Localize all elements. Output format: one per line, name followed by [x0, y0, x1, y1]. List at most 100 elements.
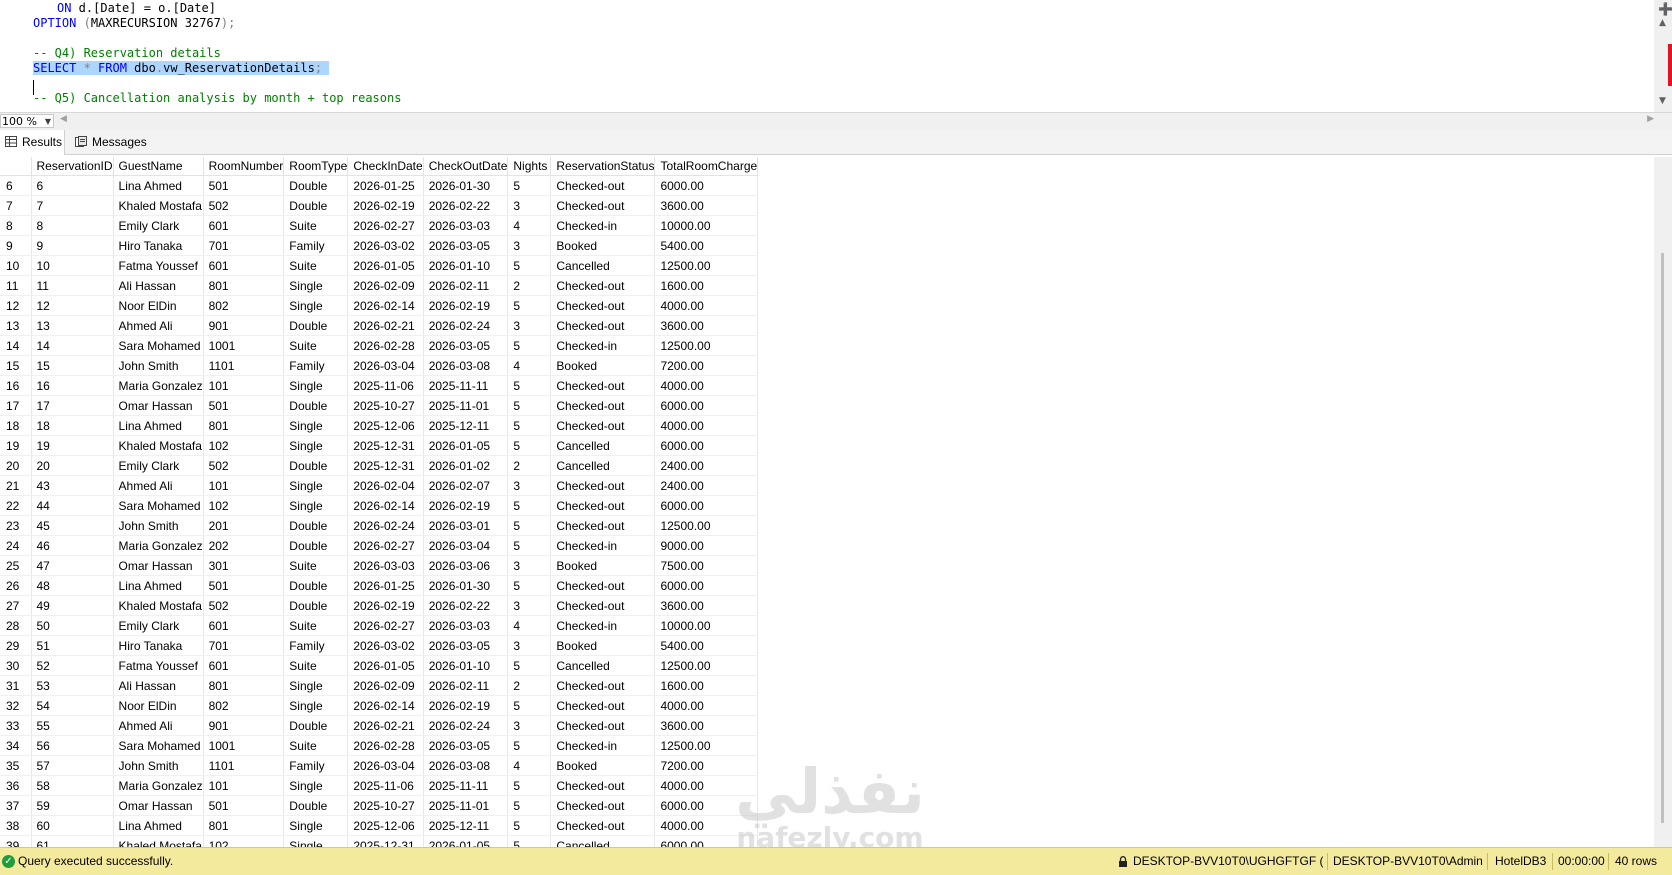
cell-check-in-date[interactable]: 2026-03-02 [347, 235, 424, 256]
cell-row-number[interactable]: 39 [0, 835, 32, 847]
cell-check-out-date[interactable]: 2025-11-01 [423, 795, 509, 816]
cell-reservation-status[interactable]: Cancelled [550, 835, 656, 847]
column-header-room-type[interactable]: RoomType [283, 157, 349, 176]
cell-room-number[interactable]: 601 [203, 615, 285, 636]
cell-room-number[interactable]: 501 [203, 175, 285, 196]
cell-check-out-date[interactable]: 2025-12-11 [423, 415, 509, 436]
cell-check-out-date[interactable]: 2026-02-11 [423, 675, 509, 696]
cell-room-type[interactable]: Double [283, 395, 349, 416]
cell-reservation-id[interactable]: 13 [31, 315, 114, 336]
cell-room-type[interactable]: Suite [283, 615, 349, 636]
cell-check-in-date[interactable]: 2026-02-24 [347, 515, 424, 536]
table-row[interactable]: 26 48 Lina Ahmed 501 Double 2026-01-25 2026-01… [0, 575, 759, 596]
cell-room-number[interactable]: 502 [203, 195, 285, 216]
table-row[interactable]: 38 60 Lina Ahmed 801 Single 2025-12-06 2025-12… [0, 815, 759, 836]
cell-check-in-date[interactable]: 2026-02-27 [347, 615, 424, 636]
cell-check-in-date[interactable]: 2026-03-04 [347, 355, 424, 376]
cell-reservation-status[interactable]: Checked-out [550, 375, 656, 396]
cell-reservation-id[interactable]: 11 [31, 275, 114, 296]
cell-check-in-date[interactable]: 2025-11-06 [347, 375, 424, 396]
cell-total-room-charge[interactable]: 4000.00 [654, 375, 759, 396]
cell-room-number[interactable]: 801 [203, 815, 285, 836]
cell-nights[interactable]: 3 [507, 595, 552, 616]
cell-reservation-id[interactable]: 45 [31, 515, 114, 536]
cell-reservation-id[interactable]: 44 [31, 495, 114, 516]
cell-room-type[interactable]: Double [283, 715, 349, 736]
cell-total-room-charge[interactable]: 6000.00 [654, 575, 759, 596]
cell-check-in-date[interactable]: 2026-03-04 [347, 755, 424, 776]
cell-total-room-charge[interactable]: 12500.00 [654, 335, 759, 356]
cell-room-number[interactable]: 501 [203, 575, 285, 596]
table-row[interactable]: 25 47 Omar Hassan 301 Suite 2026-03-03 2026-03… [0, 555, 759, 576]
cell-row-number[interactable]: 6 [0, 175, 32, 196]
cell-check-out-date[interactable]: 2025-11-11 [423, 775, 509, 796]
cell-reservation-status[interactable]: Checked-out [550, 795, 656, 816]
cell-guest-name[interactable]: Khaled Mostafa [113, 835, 204, 847]
cell-reservation-id[interactable]: 10 [31, 255, 114, 276]
editor-horizontal-scrollbar[interactable]: ◀ ▶ [58, 114, 1656, 126]
table-row[interactable]: 35 57 John Smith 1101 Family 2026-03-04 2026-0… [0, 755, 759, 776]
cell-room-number[interactable]: 102 [203, 435, 285, 456]
cell-guest-name[interactable]: Sara Mohamed [113, 335, 204, 356]
cell-guest-name[interactable]: Omar Hassan [113, 555, 204, 576]
cell-guest-name[interactable]: Maria Gonzalez [113, 775, 204, 796]
cell-nights[interactable]: 5 [507, 575, 552, 596]
cell-reservation-id[interactable]: 50 [31, 615, 114, 636]
cell-reservation-id[interactable]: 14 [31, 335, 114, 356]
table-row[interactable]: 24 46 Maria Gonzalez 202 Double 2026-02-27 202… [0, 535, 759, 556]
cell-guest-name[interactable]: Hiro Tanaka [113, 235, 204, 256]
table-row[interactable]: 16 16 Maria Gonzalez 101 Single 2025-11-06 202… [0, 375, 759, 396]
cell-check-in-date[interactable]: 2026-02-09 [347, 275, 424, 296]
table-row[interactable]: 22 44 Sara Mohamed 102 Single 2026-02-14 2026-… [0, 495, 759, 516]
cell-total-room-charge[interactable]: 3600.00 [654, 715, 759, 736]
cell-nights[interactable]: 3 [507, 475, 552, 496]
cell-room-type[interactable]: Double [283, 535, 349, 556]
cell-row-number[interactable]: 16 [0, 375, 32, 396]
table-row[interactable]: 6 6 Lina Ahmed 501 Double 2026-01-25 2026-01-3… [0, 175, 759, 196]
cell-room-number[interactable]: 801 [203, 675, 285, 696]
table-row[interactable]: 17 17 Omar Hassan 501 Double 2025-10-27 2025-1… [0, 395, 759, 416]
scroll-up-icon[interactable]: ▲ [1659, 18, 1666, 28]
cell-nights[interactable]: 5 [507, 295, 552, 316]
cell-room-type[interactable]: Single [283, 815, 349, 836]
split-icon[interactable]: ➕ [1658, 2, 1672, 16]
cell-room-number[interactable]: 502 [203, 595, 285, 616]
table-row[interactable]: 33 55 Ahmed Ali 901 Double 2026-02-21 2026-02-… [0, 715, 759, 736]
zoom-select[interactable]: 100 % ▼ [0, 114, 54, 128]
cell-total-room-charge[interactable]: 1600.00 [654, 675, 759, 696]
cell-room-type[interactable]: Family [283, 355, 349, 376]
cell-reservation-status[interactable]: Checked-out [550, 395, 656, 416]
cell-check-out-date[interactable]: 2026-03-05 [423, 635, 509, 656]
cell-guest-name[interactable]: Khaled Mostafa [113, 595, 204, 616]
cell-room-number[interactable]: 802 [203, 695, 285, 716]
tab-messages[interactable]: Messages [70, 130, 147, 154]
cell-guest-name[interactable]: Maria Gonzalez [113, 375, 204, 396]
cell-check-in-date[interactable]: 2026-02-14 [347, 495, 424, 516]
cell-reservation-id[interactable]: 49 [31, 595, 114, 616]
cell-check-out-date[interactable]: 2026-02-19 [423, 295, 509, 316]
cell-reservation-status[interactable]: Booked [550, 355, 656, 376]
cell-check-in-date[interactable]: 2025-12-31 [347, 435, 424, 456]
sql-editor[interactable]: ON d.[Date] = o.[Date] OPTION (MAXRECURS… [0, 0, 1654, 112]
cell-total-room-charge[interactable]: 7200.00 [654, 755, 759, 776]
table-row[interactable]: 13 13 Ahmed Ali 901 Double 2026-02-21 2026-02-… [0, 315, 759, 336]
cell-guest-name[interactable]: Sara Mohamed [113, 495, 204, 516]
scrollbar-thumb[interactable] [1661, 253, 1664, 823]
scroll-right-icon[interactable]: ▶ [1647, 114, 1654, 124]
cell-room-number[interactable]: 101 [203, 375, 285, 396]
cell-room-number[interactable]: 901 [203, 315, 285, 336]
cell-row-number[interactable]: 9 [0, 235, 32, 256]
table-row[interactable]: 27 49 Khaled Mostafa 502 Double 2026-02-19 202… [0, 595, 759, 616]
table-row[interactable]: 23 45 John Smith 201 Double 2026-02-24 2026-03… [0, 515, 759, 536]
cell-total-room-charge[interactable]: 4000.00 [654, 775, 759, 796]
cell-reservation-status[interactable]: Checked-out [550, 495, 656, 516]
table-row[interactable]: 31 53 Ali Hassan 801 Single 2026-02-09 2026-02… [0, 675, 759, 696]
cell-row-number[interactable]: 7 [0, 195, 32, 216]
cell-check-in-date[interactable]: 2026-02-09 [347, 675, 424, 696]
cell-guest-name[interactable]: Emily Clark [113, 615, 204, 636]
cell-check-in-date[interactable]: 2026-02-27 [347, 215, 424, 236]
cell-check-out-date[interactable]: 2026-03-05 [423, 335, 509, 356]
cell-check-out-date[interactable]: 2026-03-05 [423, 235, 509, 256]
cell-reservation-status[interactable]: Checked-out [550, 175, 656, 196]
cell-reservation-status[interactable]: Checked-out [550, 515, 656, 536]
